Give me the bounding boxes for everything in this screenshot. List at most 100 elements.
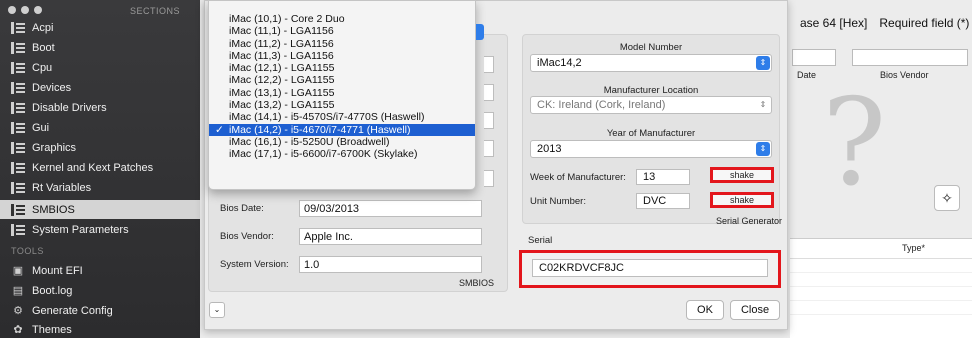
sidebar-item-disable-drivers[interactable]: Disable Drivers	[0, 98, 200, 117]
dropdown-stepper-icon[interactable]	[476, 24, 484, 40]
field-edge	[484, 112, 494, 129]
table-header-type: Type*	[790, 239, 972, 259]
menu-item[interactable]: iMac (12,2) - LGA1155	[209, 74, 475, 86]
close-button[interactable]: Close	[730, 300, 780, 320]
palette-icon: ✿	[13, 324, 23, 336]
menu-item[interactable]: iMac (10,1) - Core 2 Duo	[209, 13, 475, 25]
menu-item[interactable]: iMac (11,1) - LGA1156	[209, 25, 475, 37]
table-row[interactable]	[790, 287, 972, 301]
week-label: Week of Manufacturer:	[530, 172, 626, 183]
model-number-select[interactable]: iMac14,2 ⇕	[530, 54, 772, 72]
serial-highlight: C02KRDVCF8JC	[519, 250, 781, 288]
menu-item[interactable]: iMac (13,1) - LGA1155	[209, 87, 475, 99]
background-header: ase 64 [Hex] Required field (*)	[800, 16, 972, 30]
chevron-updown-icon: ⇕	[759, 100, 767, 109]
shake-week-button[interactable]: shake	[710, 167, 774, 183]
background-vendor-label: Bios Vendor	[880, 70, 929, 80]
tools-label: TOOLS	[11, 246, 44, 256]
list-icon	[11, 121, 25, 134]
table-row[interactable]	[790, 259, 972, 273]
system-version-field[interactable]: 1.0	[299, 256, 482, 273]
sidebar-item-smbios[interactable]: SMBIOS	[0, 200, 200, 219]
window-controls	[8, 6, 42, 14]
background-date-label: Date	[797, 70, 817, 80]
table-row[interactable]	[790, 301, 972, 315]
bios-date-field[interactable]: 09/03/2013	[299, 200, 482, 217]
chevron-updown-icon: ⇕	[756, 142, 770, 156]
menu-item[interactable]: iMac (11,3) - LGA1156	[209, 50, 475, 62]
list-icon	[11, 41, 25, 54]
list-icon	[11, 181, 25, 194]
menu-item[interactable]: iMac (17,1) - i5-6600/i7-6700K (Skylake)	[209, 148, 475, 160]
list-icon	[11, 161, 25, 174]
bios-date-row: Bios Date: 09/03/2013	[220, 200, 482, 217]
question-mark-icon: ?	[822, 74, 887, 213]
sidebar-item-graphics[interactable]: Graphics	[0, 138, 200, 157]
bios-vendor-row: Bios Vendor: Apple Inc.	[220, 228, 482, 245]
model-dropdown-menu: iMac (10,1) - Core 2 Duo iMac (11,1) - L…	[208, 0, 476, 190]
serial-generator-label: Serial Generator	[716, 216, 783, 226]
base64-label: ase 64 [Hex]	[800, 16, 868, 30]
tool-generate-config[interactable]: ⚙ Generate Config	[0, 301, 200, 320]
document-icon: ▤	[12, 285, 24, 297]
sidebar-item-system-parameters[interactable]: System Parameters	[0, 220, 200, 239]
sidebar: SECTIONS Acpi Boot Cpu Devices Disable D…	[0, 0, 200, 338]
serial-field[interactable]: C02KRDVCF8JC	[532, 259, 768, 277]
model-number-label: Model Number	[619, 42, 683, 53]
menu-item[interactable]: iMac (13,2) - LGA1155	[209, 99, 475, 111]
bios-vendor-label: Bios Vendor:	[220, 231, 274, 242]
bios-date-label: Bios Date:	[220, 203, 264, 214]
shake-unit-button[interactable]: shake	[710, 192, 774, 208]
menu-item[interactable]: iMac (14,1) - i5-4570S/i7-4770S (Haswell…	[209, 111, 475, 123]
serial-label: Serial	[528, 235, 553, 246]
required-field-label: Required field (*)	[879, 16, 970, 30]
smbios-panel-label: SMBIOS	[459, 278, 495, 288]
bios-vendor-field[interactable]: Apple Inc.	[299, 228, 482, 245]
sidebar-item-cpu[interactable]: Cpu	[0, 58, 200, 77]
sidebar-item-kernel-kext-patches[interactable]: Kernel and Kext Patches	[0, 158, 200, 177]
year-select[interactable]: 2013 ⇕	[530, 140, 772, 158]
tool-boot-log[interactable]: ▤ Boot.log	[0, 281, 200, 300]
sidebar-item-gui[interactable]: Gui	[0, 118, 200, 137]
system-version-row: System Version: 1.0	[220, 256, 482, 273]
ok-button[interactable]: OK	[686, 300, 724, 320]
menu-item[interactable]: iMac (16,1) - i5-5250U (Broadwell)	[209, 136, 475, 148]
zoom-window-icon[interactable]	[34, 6, 42, 14]
field-edge	[484, 140, 494, 157]
tool-mount-efi[interactable]: ▣ Mount EFI	[0, 261, 200, 280]
list-icon	[11, 81, 25, 94]
unit-field[interactable]: DVC	[636, 193, 690, 209]
sidebar-item-boot[interactable]: Boot	[0, 38, 200, 57]
background-vendor-field[interactable]	[852, 49, 968, 66]
list-icon	[11, 21, 25, 34]
field-edge	[484, 84, 494, 101]
sections-label: SECTIONS	[130, 6, 181, 16]
menu-item-selected[interactable]: ✓ iMac (14,2) - i5-4670/i7-4771 (Haswell)	[209, 123, 475, 136]
magic-wand-icon[interactable]: ✧	[934, 185, 960, 211]
sidebar-item-acpi[interactable]: Acpi	[0, 18, 200, 37]
chevron-down-icon[interactable]: ⌄	[209, 302, 225, 318]
menu-item[interactable]: iMac (12,1) - LGA1155	[209, 62, 475, 74]
background-date-field[interactable]	[792, 49, 836, 66]
field-edge	[484, 170, 494, 187]
table-row[interactable]	[790, 273, 972, 287]
sidebar-item-devices[interactable]: Devices	[0, 78, 200, 97]
sidebar-item-rt-variables[interactable]: Rt Variables	[0, 178, 200, 197]
week-field[interactable]: 13	[636, 169, 690, 185]
tool-themes[interactable]: ✿ Themes	[0, 320, 200, 338]
gear-icon: ⚙	[13, 305, 23, 317]
close-window-icon[interactable]	[8, 6, 16, 14]
year-label: Year of Manufacturer	[606, 128, 696, 139]
menu-item[interactable]: iMac (11,2) - LGA1156	[209, 38, 475, 50]
minimize-window-icon[interactable]	[21, 6, 29, 14]
manufacturer-location-value: CK: Ireland (Cork, Ireland)	[537, 99, 666, 111]
background-table: Type*	[790, 238, 972, 338]
field-edge	[484, 56, 494, 73]
chevron-updown-icon: ⇕	[756, 56, 770, 70]
system-version-label: System Version:	[220, 259, 289, 270]
manufacturer-location-label: Manufacturer Location	[603, 85, 699, 96]
manufacturer-location-select[interactable]: CK: Ireland (Cork, Ireland) ⇕	[530, 96, 772, 114]
checkmark-icon: ✓	[215, 123, 224, 136]
list-icon	[11, 141, 25, 154]
unit-label: Unit Number:	[530, 196, 586, 207]
